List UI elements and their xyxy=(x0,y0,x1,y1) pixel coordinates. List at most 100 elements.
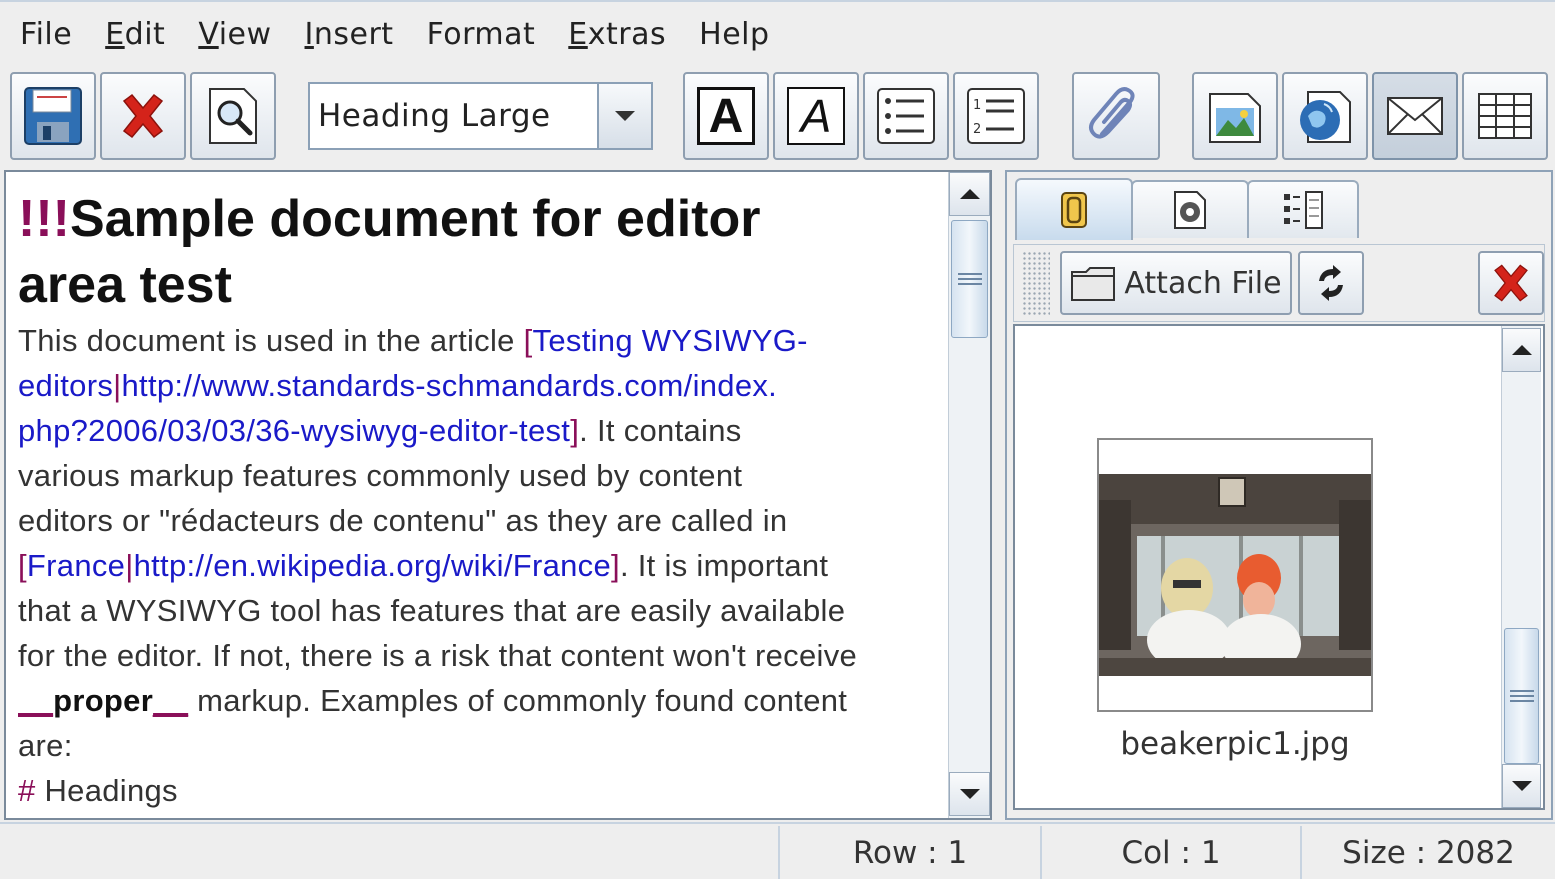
menu-format[interactable]: Format xyxy=(427,17,536,52)
document-heading: !!!Sample document for editor area test xyxy=(18,186,943,318)
preview-icon xyxy=(209,88,257,144)
menu-insert[interactable]: Insert xyxy=(305,17,394,52)
paragraph-style-select[interactable]: Heading Large xyxy=(308,82,653,150)
document-body: This document is used in the article [Te… xyxy=(18,318,943,813)
side-panel: Attach File beakerpic1.jpg xyxy=(1005,170,1553,820)
delete-icon xyxy=(1494,264,1528,302)
text-line: that a WYSIWYG tool has features that ar… xyxy=(18,588,943,633)
scroll-down-button[interactable] xyxy=(949,772,990,816)
refresh-button[interactable] xyxy=(1298,251,1364,315)
markup-char: [ xyxy=(18,548,27,583)
text-line: are: xyxy=(18,723,943,768)
text-run: Headings xyxy=(35,773,178,808)
text-line: editors or "rédacteurs de contenu" as th… xyxy=(18,498,943,543)
paragraph-style-value: Heading Large xyxy=(318,98,551,134)
text-line: various markup features commonly used by… xyxy=(18,453,943,498)
attachments-list[interactable]: beakerpic1.jpg xyxy=(1013,324,1545,810)
menu-help[interactable]: Help xyxy=(699,17,769,52)
save-button[interactable] xyxy=(10,72,96,160)
bullet-list-icon xyxy=(877,88,935,144)
heading-line-1: Sample document for editor xyxy=(69,190,761,248)
beaker-photo xyxy=(1099,440,1371,710)
chevron-down-icon[interactable] xyxy=(597,84,651,148)
heading-line-2: area test xyxy=(18,256,232,314)
tab-outline[interactable] xyxy=(1247,180,1359,238)
scroll-up-button[interactable] xyxy=(949,172,990,216)
attach-file-label: Attach File xyxy=(1124,265,1282,301)
attach-file-button[interactable]: Attach File xyxy=(1060,251,1292,315)
editor-area[interactable]: !!!Sample document for editor area test … xyxy=(4,170,992,820)
gear-icon xyxy=(1174,191,1206,229)
tab-settings[interactable] xyxy=(1131,180,1249,238)
link-text[interactable]: http://en.wikipedia.org/wiki/France xyxy=(134,548,611,583)
link-text[interactable]: editors xyxy=(18,368,113,403)
insert-link-button[interactable] xyxy=(1282,72,1368,160)
editor-scrollbar[interactable] xyxy=(948,172,990,818)
cancel-icon xyxy=(122,93,164,139)
remove-attachment-button[interactable] xyxy=(1478,251,1544,315)
markup-char: ] xyxy=(570,413,580,448)
menu-file[interactable]: File xyxy=(20,17,72,52)
link-icon xyxy=(1300,91,1351,143)
markup-char: ] xyxy=(611,548,620,583)
underline-markup: __ xyxy=(18,683,54,718)
bullet-list-button[interactable] xyxy=(863,72,949,160)
menu-extras[interactable]: Extras xyxy=(568,17,666,52)
heading-markup: !!! xyxy=(18,190,70,248)
text-line: editors|http://www.standards-schmandards… xyxy=(18,363,943,408)
markup-char: | xyxy=(125,548,134,583)
preview-button[interactable] xyxy=(190,72,276,160)
scroll-thumb[interactable] xyxy=(951,220,988,338)
menu-bar: File Edit View Insert Format Extras Help xyxy=(0,0,1555,66)
text-line: # Headings xyxy=(18,768,943,813)
attachment-thumbnail[interactable] xyxy=(1097,438,1373,712)
link-text[interactable]: France xyxy=(27,548,125,583)
numbered-list-icon: 1 2 xyxy=(967,88,1025,144)
status-row: Row : 1 xyxy=(778,826,1040,879)
text-line: This document is used in the article [Te… xyxy=(18,318,943,363)
bold-text: proper xyxy=(53,683,154,718)
text-run: editors or "rédacteurs de contenu" as th… xyxy=(18,503,788,538)
attachments-scrollbar[interactable] xyxy=(1501,326,1541,808)
text-run: that a WYSIWYG tool has features that ar… xyxy=(18,593,846,628)
attachment-icon xyxy=(1089,87,1135,139)
scroll-thumb[interactable] xyxy=(1504,628,1539,764)
attachment-filename: beakerpic1.jpg xyxy=(1120,726,1350,762)
scroll-down-button[interactable] xyxy=(1502,764,1541,808)
grip-icon xyxy=(1509,690,1534,702)
insert-table-button[interactable] xyxy=(1462,72,1548,160)
link-text[interactable]: php?2006/03/03/36-wysiwyg-editor-test xyxy=(18,413,570,448)
italic-icon: A xyxy=(787,87,845,145)
save-icon xyxy=(24,87,82,145)
attach-button[interactable] xyxy=(1072,72,1160,160)
scroll-up-button[interactable] xyxy=(1502,328,1541,372)
bold-button[interactable]: A xyxy=(683,72,769,160)
markup-char: # xyxy=(18,773,36,808)
arrow-down-icon xyxy=(1511,781,1532,791)
toolbar-grip[interactable] xyxy=(1022,251,1050,315)
numbered-list-button[interactable]: 1 2 xyxy=(953,72,1039,160)
markup-char: [ xyxy=(523,323,533,358)
underline-markup: __ xyxy=(153,683,189,718)
arrow-up-icon xyxy=(1511,345,1532,355)
paperclip-icon xyxy=(1061,192,1087,228)
image-icon xyxy=(1209,93,1261,143)
editor-text[interactable]: !!!Sample document for editor area test … xyxy=(18,186,943,816)
menu-view[interactable]: View xyxy=(198,17,271,52)
link-text[interactable]: http://www.standards-schmandards.com/ind… xyxy=(122,368,778,403)
mail-button[interactable] xyxy=(1372,72,1458,160)
text-line: for the editor. If not, there is a risk … xyxy=(18,633,943,678)
table-icon xyxy=(1478,93,1532,139)
cancel-button[interactable] xyxy=(100,72,186,160)
menu-edit[interactable]: Edit xyxy=(105,17,165,52)
attachments-toolbar: Attach File xyxy=(1013,244,1545,322)
italic-button[interactable]: A xyxy=(773,72,859,160)
link-text[interactable]: Testing WYSIWYG- xyxy=(533,323,808,358)
tab-attachments[interactable] xyxy=(1015,178,1133,240)
arrow-down-icon xyxy=(959,789,980,799)
insert-image-button[interactable] xyxy=(1192,72,1278,160)
text-run: various markup features commonly used by… xyxy=(18,458,743,493)
arrow-up-icon xyxy=(959,189,980,199)
mail-icon xyxy=(1387,97,1443,135)
svg-text:1: 1 xyxy=(973,98,981,113)
